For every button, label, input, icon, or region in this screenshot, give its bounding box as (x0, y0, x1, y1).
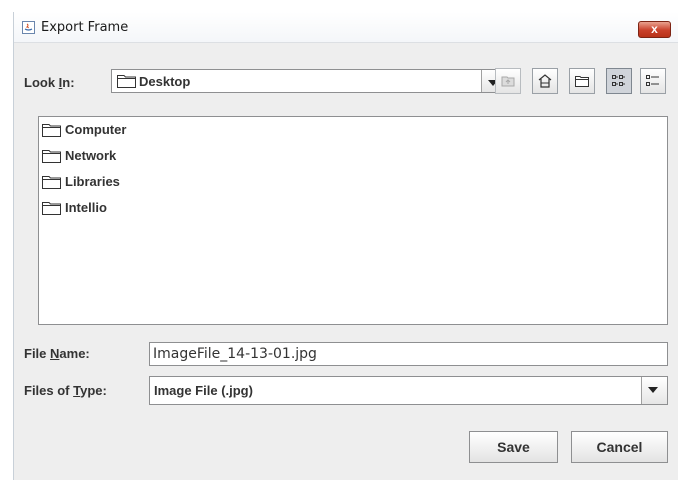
window-title: Export Frame (41, 20, 129, 35)
file-type-combo[interactable]: Image File (.jpg) (149, 376, 668, 405)
folder-icon (42, 150, 61, 163)
file-list[interactable]: Computer Network Libraries Intellio (38, 116, 668, 325)
java-app-icon (22, 21, 35, 34)
list-item-name: Intellio (65, 200, 107, 215)
close-icon: x (651, 22, 658, 36)
save-button[interactable]: Save (469, 431, 558, 463)
file-type-label: Files of Type: (24, 383, 107, 398)
close-button[interactable]: x (638, 21, 671, 38)
list-item-name: Libraries (65, 174, 120, 189)
up-one-level-button[interactable] (495, 68, 521, 94)
home-icon (538, 74, 552, 88)
new-folder-button[interactable] (569, 68, 595, 94)
details-view-button[interactable] (640, 68, 666, 94)
folder-icon (42, 124, 61, 137)
up-one-level-icon (501, 76, 515, 87)
look-in-value: Desktop (139, 74, 191, 89)
title-bar[interactable]: Export Frame x (14, 12, 678, 43)
look-in-combo[interactable]: Desktop (111, 69, 505, 93)
folder-icon (42, 176, 61, 189)
cancel-button[interactable]: Cancel (571, 431, 668, 463)
new-folder-icon (575, 76, 589, 87)
list-item-name: Network (65, 148, 117, 163)
folder-icon (117, 74, 136, 93)
look-in-label: Look In: (24, 75, 75, 90)
home-button[interactable] (532, 68, 558, 94)
folder-icon (42, 202, 61, 215)
list-view-icon (612, 75, 625, 86)
export-frame-dialog: Export Frame x Look In: Desktop Computer… (13, 12, 678, 480)
file-name-label: File Name: (24, 346, 90, 361)
list-item-name: Computer (65, 122, 127, 137)
list-view-button[interactable] (606, 68, 632, 94)
file-name-field[interactable]: ImageFile_14-13-01.jpg (149, 342, 668, 366)
file-type-value: Image File (.jpg) (154, 383, 253, 398)
chevron-down-icon[interactable] (641, 377, 667, 404)
details-view-icon (646, 75, 659, 86)
